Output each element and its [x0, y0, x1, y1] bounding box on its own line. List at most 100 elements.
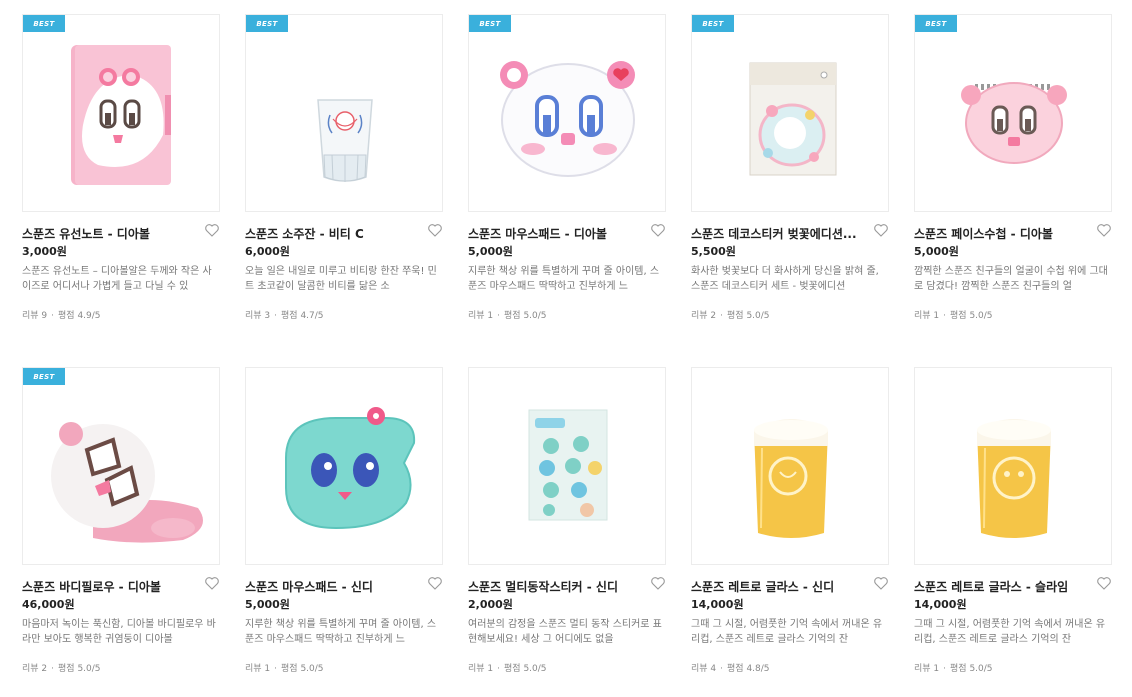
- rating: 평점 4.8/5: [727, 664, 770, 674]
- best-badge: BEST: [246, 15, 288, 32]
- product-price: 5,000원: [468, 245, 513, 258]
- review-count: 리뷰 1: [468, 664, 494, 674]
- pink-notebook-illustration: [71, 45, 171, 185]
- product-price: 5,000원: [914, 245, 959, 258]
- teal-mousepad-illustration: [285, 407, 416, 530]
- product-description: 지루한 책상 위를 특별하게 꾸며 줄 아이템, 스푼즈 마우스패드 딱딱하고 …: [468, 266, 660, 292]
- heart-icon[interactable]: [427, 575, 443, 591]
- product-card[interactable]: 스푼즈 레트로 글라스 - 슬라임 14,000원 그때 그 시절, 어렴풋한 …: [914, 367, 1112, 697]
- rating: 평점 5.0/5: [950, 311, 993, 321]
- product-title[interactable]: 스푼즈 소주잔 - 비티 C: [245, 225, 421, 242]
- rating: 평점 5.0/5: [504, 311, 547, 321]
- product-description: 깜찍한 스푼즈 친구들의 얼굴이 수첩 위에 그대로 담겼다! 깜찍한 스푼즈 …: [914, 266, 1108, 292]
- product-image[interactable]: [914, 367, 1112, 565]
- product-image[interactable]: BEST: [468, 14, 666, 212]
- product-card[interactable]: BEST 스푼즈 소주잔 - 비티 C 6,000원 오늘 일은 내일로 미루고…: [245, 14, 443, 344]
- rating: 평점 5.0/5: [950, 664, 993, 674]
- product-price: 46,000원: [22, 598, 75, 611]
- review-count: 리뷰 3: [245, 311, 271, 321]
- heart-icon[interactable]: [650, 222, 666, 238]
- heart-icon[interactable]: [873, 222, 889, 238]
- product-meta: 리뷰 3 · 평점 4.7/5: [245, 311, 324, 321]
- product-image[interactable]: [468, 367, 666, 565]
- best-badge: BEST: [469, 15, 511, 32]
- product-price: 6,000원: [245, 245, 290, 258]
- rating: 평점 4.7/5: [281, 311, 324, 321]
- soju-glass-illustration: [317, 99, 373, 182]
- product-price: 14,000원: [691, 598, 744, 611]
- product-image[interactable]: [245, 367, 443, 565]
- product-image[interactable]: [691, 367, 889, 565]
- product-image[interactable]: BEST: [914, 14, 1112, 212]
- product-title[interactable]: 스푼즈 데코스티커 벚꽃에디션...: [691, 225, 867, 242]
- product-meta: 리뷰 1 · 평점 5.0/5: [914, 311, 993, 321]
- heart-icon[interactable]: [1096, 575, 1112, 591]
- product-price: 5,500원: [691, 245, 736, 258]
- review-count: 리뷰 2: [691, 311, 717, 321]
- product-image[interactable]: BEST: [22, 367, 220, 565]
- product-title[interactable]: 스푼즈 레트로 글라스 - 신디: [691, 578, 867, 595]
- product-card[interactable]: BEST 스푼즈 페이스수첩 - 디아볼 5,000원 깜찍한 스푼즈 친구들의…: [914, 14, 1112, 344]
- product-price: 5,000원: [245, 598, 290, 611]
- review-count: 리뷰 9: [22, 311, 48, 321]
- product-price: 14,000원: [914, 598, 967, 611]
- review-count: 리뷰 4: [691, 664, 717, 674]
- review-count: 리뷰 1: [468, 311, 494, 321]
- multi-sticker-illustration: [528, 409, 608, 521]
- product-description: 그때 그 시절, 어렴풋한 기억 속에서 꺼내온 유리컵, 스푼즈 레트로 글라…: [691, 619, 883, 645]
- product-meta: 리뷰 1 · 평점 5.0/5: [245, 664, 324, 674]
- product-meta: 리뷰 1 · 평점 5.0/5: [468, 664, 547, 674]
- product-title[interactable]: 스푼즈 레트로 글라스 - 슬라임: [914, 578, 1090, 595]
- product-image[interactable]: BEST: [22, 14, 220, 212]
- review-count: 리뷰 1: [914, 664, 940, 674]
- beer-glass-2-illustration: [977, 419, 1051, 538]
- rating: 평점 5.0/5: [58, 664, 101, 674]
- product-image[interactable]: BEST: [691, 14, 889, 212]
- review-count: 리뷰 2: [22, 664, 48, 674]
- review-count: 리뷰 1: [245, 664, 271, 674]
- product-card[interactable]: 스푼즈 레트로 글라스 - 신디 14,000원 그때 그 시절, 어렴풋한 기…: [691, 367, 889, 697]
- product-card[interactable]: BEST 스푼즈 데코스티커 벚꽃에디션... 5,500원 화사한 벚꽃보다 …: [691, 14, 889, 344]
- product-meta: 리뷰 1 · 평점 5.0/5: [914, 664, 993, 674]
- product-title[interactable]: 스푼즈 멀티동작스티커 - 신디: [468, 578, 644, 595]
- product-title[interactable]: 스푼즈 마우스패드 - 신디: [245, 578, 421, 595]
- heart-icon[interactable]: [873, 575, 889, 591]
- product-meta: 리뷰 2 · 평점 5.0/5: [691, 311, 770, 321]
- heart-icon[interactable]: [1096, 222, 1112, 238]
- product-card[interactable]: 스푼즈 마우스패드 - 신디 5,000원 지루한 책상 위를 특별하게 꾸며 …: [245, 367, 443, 697]
- product-meta: 리뷰 9 · 평점 4.9/5: [22, 311, 101, 321]
- best-badge: BEST: [23, 368, 65, 385]
- heart-icon[interactable]: [427, 222, 443, 238]
- best-badge: BEST: [692, 15, 734, 32]
- white-mousepad-illustration: [500, 61, 635, 177]
- sticker-pack-illustration: [749, 62, 837, 176]
- rating: 평점 4.9/5: [58, 311, 101, 321]
- product-description: 지루한 책상 위를 특별하게 꾸며 줄 아이템, 스푼즈 마우스패드 딱딱하고 …: [245, 619, 437, 645]
- heart-icon[interactable]: [204, 222, 220, 238]
- heart-icon[interactable]: [204, 575, 220, 591]
- beer-glass-illustration: [754, 419, 828, 538]
- product-title[interactable]: 스푼즈 페이스수첩 - 디아볼: [914, 225, 1090, 242]
- product-description: 화사한 벚꽃보다 더 화사하게 당신을 밝혀 줄, 스푼즈 데코스티커 세트 -…: [691, 266, 879, 292]
- product-title[interactable]: 스푼즈 마우스패드 - 디아볼: [468, 225, 644, 242]
- product-price: 2,000원: [468, 598, 513, 611]
- product-image[interactable]: BEST: [245, 14, 443, 212]
- product-title[interactable]: 스푼즈 유선노트 - 디아볼: [22, 225, 198, 242]
- product-description: 스푼즈 유선노트 – 디아볼알은 두께와 작은 사이즈로 어디서나 가볍게 들고…: [22, 266, 212, 292]
- product-card[interactable]: BEST 스푼즈 유선노트 - 디아볼 3,000원 스푼즈 유선노트 – 디아…: [22, 14, 220, 344]
- product-meta: 리뷰 1 · 평점 5.0/5: [468, 311, 547, 321]
- rating: 평점 5.0/5: [281, 664, 324, 674]
- review-count: 리뷰 1: [914, 311, 940, 321]
- product-price: 3,000원: [22, 245, 67, 258]
- product-meta: 리뷰 2 · 평점 5.0/5: [22, 664, 101, 674]
- heart-icon[interactable]: [650, 575, 666, 591]
- product-description: 그때 그 시절, 어렴풋한 기억 속에서 꺼내온 유리컵, 스푼즈 레트로 글라…: [914, 619, 1106, 645]
- body-pillow-illustration: [51, 422, 203, 543]
- best-badge: BEST: [915, 15, 957, 32]
- product-card[interactable]: 스푼즈 멀티동작스티커 - 신디 2,000원 여러분의 감정을 스푼즈 멀티 …: [468, 367, 666, 697]
- best-badge: BEST: [23, 15, 65, 32]
- product-card[interactable]: BEST 스푼즈 바디필로우 - 디아볼 46,000원 마음마저 녹이는 푹신…: [22, 367, 220, 697]
- product-card[interactable]: BEST 스푼즈 마우스패드 - 디아볼 5,000원 지루한 책상 위를 특별…: [468, 14, 666, 344]
- product-title[interactable]: 스푼즈 바디필로우 - 디아볼: [22, 578, 198, 595]
- rating: 평점 5.0/5: [727, 311, 770, 321]
